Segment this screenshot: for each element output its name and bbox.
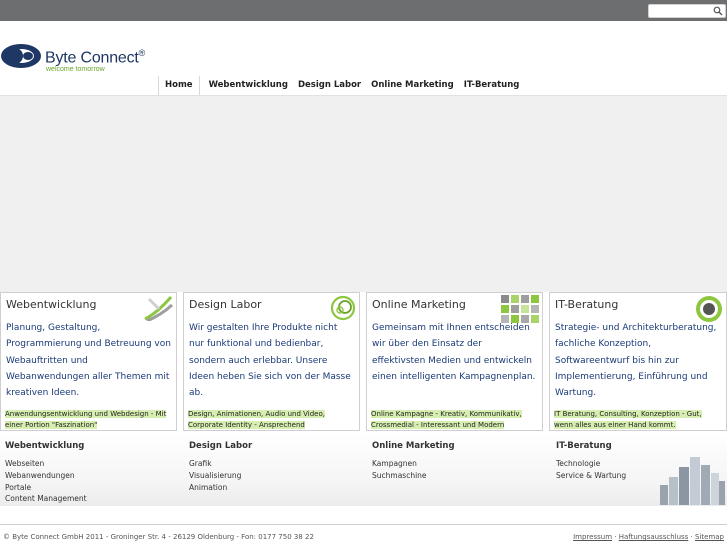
box-description: Gemeinsam mit Ihnen entscheiden wir über… bbox=[372, 323, 536, 382]
sitemap-link[interactable]: Webseiten bbox=[5, 458, 155, 470]
brand-name[interactable]: Byte Connect® bbox=[45, 48, 145, 67]
city-skyline-icon bbox=[660, 457, 725, 505]
target-ring-icon bbox=[696, 296, 722, 322]
box-description: Wir gestalten Ihre Produkte nicht nur fu… bbox=[189, 323, 351, 399]
box-footer: Online Kampagne - Kreativ, Kommunikativ,… bbox=[371, 410, 522, 429]
box-footer: IT Beratung, Consulting, Konzeption - Gu… bbox=[554, 410, 702, 429]
brand-tagline: welcome tomorrow bbox=[46, 66, 105, 73]
sitemap-heading[interactable]: IT-Beratung bbox=[556, 441, 706, 451]
sitemap-link[interactable]: Suchmaschine bbox=[372, 470, 522, 482]
sitemap-link[interactable]: Webanwendungen bbox=[5, 470, 155, 482]
sitemap-link[interactable]: Kampagnen bbox=[372, 458, 522, 470]
search-input[interactable] bbox=[649, 11, 712, 24]
main-nav: Home Webentwicklung Design Labor Online … bbox=[158, 76, 524, 96]
sitemap-column-design-labor: Design Labor Grafik Visualisierung Anima… bbox=[189, 441, 339, 493]
footer-link-sitemap[interactable]: Sitemap bbox=[695, 533, 724, 541]
footer-divider bbox=[0, 524, 727, 525]
nav-webentwicklung[interactable]: Webentwicklung bbox=[204, 76, 293, 96]
footer-copyright: © Byte Connect GmbH 2011 - Groninger Str… bbox=[3, 533, 314, 541]
box-description: Strategie- und Architekturberatung, fach… bbox=[555, 323, 717, 399]
search-icon[interactable] bbox=[713, 6, 723, 16]
hero-stage bbox=[0, 96, 727, 292]
box-title: IT-Beratung bbox=[555, 298, 619, 311]
search-box[interactable] bbox=[648, 4, 726, 24]
top-bar bbox=[0, 0, 727, 24]
footer-links: Impressum · Haftungsausschluss · Sitemap bbox=[573, 533, 724, 541]
sitemap-heading[interactable]: Online Marketing bbox=[372, 441, 522, 451]
sitemap-heading[interactable]: Webentwicklung bbox=[5, 441, 155, 451]
box-title: Webentwicklung bbox=[6, 298, 97, 311]
box-title: Design Labor bbox=[189, 298, 262, 311]
sitemap-link[interactable]: Grafik bbox=[189, 458, 339, 470]
service-box-it-beratung[interactable]: IT-Beratung Strategie- und Architekturbe… bbox=[549, 292, 727, 431]
service-box-design-labor[interactable]: Design Labor Wir gestalten Ihre Produkte… bbox=[183, 292, 360, 431]
sitemap-heading[interactable]: Design Labor bbox=[189, 441, 339, 451]
box-footer: Design, Animationen, Audio und Video, Co… bbox=[188, 410, 325, 429]
circle-swirl-icon bbox=[330, 295, 356, 321]
box-description: Planung, Gestaltung, Programmierung und … bbox=[6, 323, 171, 399]
box-title: Online Marketing bbox=[372, 298, 466, 311]
sitemap-link[interactable]: Visualisierung bbox=[189, 470, 339, 482]
sitemap-link[interactable]: Portale bbox=[5, 482, 155, 494]
nav-it-beratung[interactable]: IT-Beratung bbox=[459, 76, 525, 96]
box-footer: Anwendungsentwicklung und Webdesign - Mi… bbox=[5, 410, 167, 429]
nav-design-labor[interactable]: Design Labor bbox=[293, 76, 366, 96]
grid-squares-icon bbox=[501, 295, 539, 323]
sitemap-link[interactable]: Animation bbox=[189, 482, 339, 494]
footer-link-impressum[interactable]: Impressum bbox=[573, 533, 612, 541]
sitemap-link[interactable]: Content Management bbox=[5, 493, 155, 505]
sitemap-column-webentwicklung: Webentwicklung Webseiten Webanwendungen … bbox=[5, 441, 155, 505]
nav-home[interactable]: Home bbox=[158, 76, 200, 96]
swoosh-icon bbox=[144, 296, 173, 321]
sitemap-column-online-marketing: Online Marketing Kampagnen Suchmaschine bbox=[372, 441, 522, 482]
service-box-webentwicklung[interactable]: Webentwicklung Planung, Gestaltung, Prog… bbox=[0, 292, 177, 431]
nav-online-marketing[interactable]: Online Marketing bbox=[366, 76, 459, 96]
service-box-online-marketing[interactable]: Online Marketing Gemeinsam mit Ihnen ent… bbox=[366, 292, 543, 431]
footer-link-haftungsausschluss[interactable]: Haftungsausschluss bbox=[619, 533, 689, 541]
